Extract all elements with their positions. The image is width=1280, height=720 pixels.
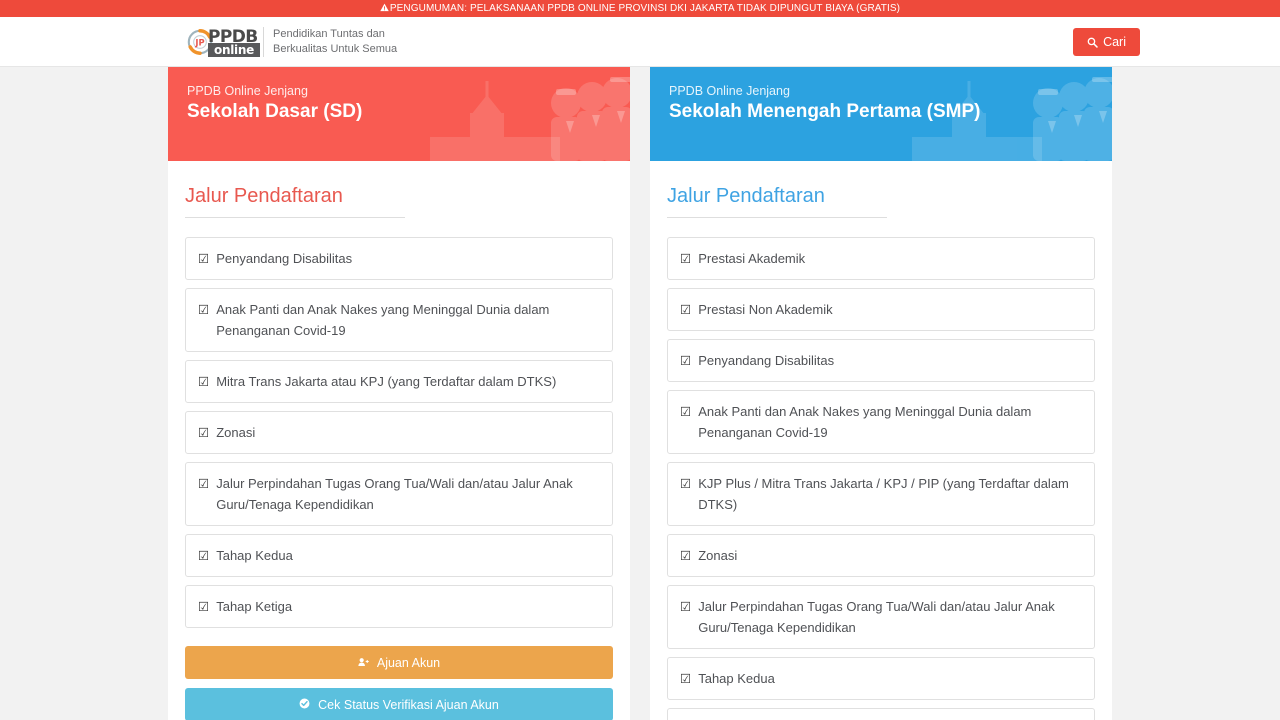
brand-divider [263,26,264,57]
ppdb-logo-mark: JP PPDB online [186,26,260,58]
checkbox-checked-icon: ☑ [680,599,692,614]
announcement-text: PENGUMUMAN: PELAKSANAAN PPDB ONLINE PROV… [389,3,901,14]
ajuan-akun-button-label: Ajuan Akun [376,656,441,670]
checkbox-checked-icon: ☑ [198,548,210,563]
list-item[interactable]: ☑ Tahap Kedua [667,657,1095,700]
list-item[interactable]: ☑ Prestasi Akademik [667,237,1095,280]
section-title-sd: Jalur Pendaftaran [185,185,343,207]
card-body-sd: Jalur Pendaftaran ☑ Penyandang Disabilit… [168,161,630,720]
list-item-label: KJP Plus / Mitra Trans Jakarta / KPJ / P… [698,476,1069,512]
list-item[interactable]: ☑ Zonasi [667,534,1095,577]
check-circle-icon [299,697,314,712]
card-sd: PPDB Online Jenjang Sekolah Dasar (SD) J… [168,67,630,720]
list-item[interactable]: ☑ Anak Panti dan Anak Nakes yang Meningg… [185,288,613,352]
jalur-list-smp: ☑ Prestasi Akademik ☑ Prestasi Non Akade… [667,237,1095,720]
banner-title-sd: Sekolah Dasar (SD) [187,101,363,122]
list-item-label: Zonasi [216,425,256,440]
brand-tagline: Pendidikan Tuntas dan Berkualitas Untuk … [273,27,397,57]
checkbox-checked-icon: ☑ [680,353,692,368]
brand-logo[interactable]: JP PPDB online Pendidikan Tuntas dan Ber… [186,26,397,58]
list-item[interactable]: ☑ Penyandang Disabilitas [667,339,1095,382]
list-item-label: Tahap Kedua [698,671,775,686]
main-content: PPDB Online Jenjang Sekolah Dasar (SD) J… [0,67,1280,720]
cek-status-verifikasi-button[interactable]: Cek Status Verifikasi Ajuan Akun [185,688,613,720]
checkbox-checked-icon: ☑ [198,599,210,614]
list-item[interactable]: ☑ Jalur Perpindahan Tugas Orang Tua/Wali… [185,462,613,526]
search-icon [1087,37,1098,48]
checkbox-checked-icon: ☑ [680,302,692,317]
banner-smp: PPDB Online Jenjang Sekolah Menengah Per… [650,67,1112,161]
checkbox-checked-icon: ☑ [198,425,210,440]
section-title-smp: Jalur Pendaftaran [667,185,825,207]
list-item-label: Anak Panti dan Anak Nakes yang Meninggal… [698,404,1032,440]
logo-text-online: online [208,42,260,57]
banner-title-smp: Sekolah Menengah Pertama (SMP) [669,101,981,122]
checkbox-checked-icon: ☑ [680,671,692,686]
list-item[interactable]: ☑ Tahap Kedua [185,534,613,577]
list-item-label: Tahap Kedua [216,548,293,563]
user-plus-icon [358,655,373,670]
list-item-label: Jalur Perpindahan Tugas Orang Tua/Wali d… [216,476,573,512]
checkbox-checked-icon: ☑ [680,251,692,266]
search-button-label: Cari [1103,35,1126,49]
list-item[interactable]: ☑ Jalur Perpindahan Tugas Orang Tua/Wali… [667,585,1095,649]
checkbox-checked-icon: ☑ [198,374,210,389]
list-item[interactable]: ☑ Mitra Trans Jakarta atau KPJ (yang Ter… [185,360,613,403]
checkbox-checked-icon: ☑ [198,302,210,317]
list-item[interactable]: ☑ Zonasi [185,411,613,454]
announcement-bar: PENGUMUMAN: PELAKSANAAN PPDB ONLINE PROV… [0,0,1280,17]
checkbox-checked-icon: ☑ [680,548,692,563]
list-item-label: Penyandang Disabilitas [216,251,353,266]
jalur-list-sd: ☑ Penyandang Disabilitas ☑ Anak Panti da… [185,237,613,628]
banner-subtitle-smp: PPDB Online Jenjang [669,84,790,98]
checkbox-checked-icon: ☑ [680,404,692,419]
list-item-label: Anak Panti dan Anak Nakes yang Meninggal… [216,302,550,338]
list-item[interactable]: ☑ Prestasi Non Akademik [667,288,1095,331]
list-item[interactable]: ☑ Tahap Ketiga [185,585,613,628]
list-item-label: Penyandang Disabilitas [698,353,835,368]
list-item-label: Tahap Ketiga [216,599,293,614]
list-item[interactable]: ☑ Penyandang Disabilitas [185,237,613,280]
list-item-label: Prestasi Non Akademik [698,302,833,317]
list-item[interactable]: ☑ Anak Panti dan Anak Nakes yang Meningg… [667,390,1095,454]
list-item[interactable]: ☑ KJP Plus / Mitra Trans Jakarta / KPJ /… [667,462,1095,526]
list-item-label: Mitra Trans Jakarta atau KPJ (yang Terda… [216,374,557,389]
list-item-label: Jalur Perpindahan Tugas Orang Tua/Wali d… [698,599,1055,635]
list-item[interactable]: ☑ PPDB Bersama [667,708,1095,720]
warning-triangle-icon [380,3,389,15]
ajuan-akun-button[interactable]: Ajuan Akun [185,646,613,679]
button-group-sd: Ajuan Akun Cek Status Verifikasi Ajuan A… [185,646,613,720]
top-navbar: JP PPDB online Pendidikan Tuntas dan Ber… [0,17,1280,67]
cek-status-verifikasi-button-label: Cek Status Verifikasi Ajuan Akun [318,698,499,712]
checkbox-checked-icon: ☑ [198,476,210,491]
brand-tagline-line1: Pendidikan Tuntas dan [273,27,385,40]
card-body-smp: Jalur Pendaftaran ☑ Prestasi Akademik ☑ … [650,161,1112,720]
svg-text:JP: JP [194,37,204,47]
banner-subtitle-sd: PPDB Online Jenjang [187,84,308,98]
checkbox-checked-icon: ☑ [198,251,210,266]
list-item-label: Prestasi Akademik [698,251,806,266]
section-title-divider-smp [667,217,887,218]
section-title-divider-sd [185,217,405,218]
list-item-label: Zonasi [698,548,738,563]
checkbox-checked-icon: ☑ [680,476,692,491]
search-button[interactable]: Cari [1073,28,1140,56]
card-smp: PPDB Online Jenjang Sekolah Menengah Per… [650,67,1112,720]
brand-tagline-line2: Berkualitas Untuk Semua [273,42,398,55]
banner-sd: PPDB Online Jenjang Sekolah Dasar (SD) [168,67,630,161]
